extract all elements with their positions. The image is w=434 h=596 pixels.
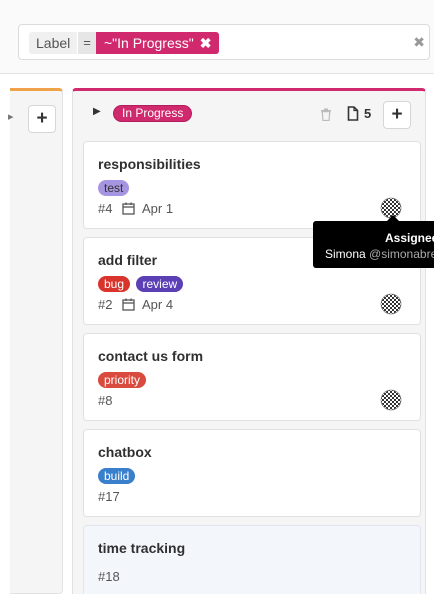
clear-search-icon[interactable]: ✖ — [413, 34, 425, 51]
board: ▸ + ▶ In Progress 5 + responsibilities t… — [0, 86, 434, 596]
label-badge[interactable]: priority — [98, 372, 147, 388]
issue-title[interactable]: chatbox — [98, 444, 152, 460]
assignee-avatar[interactable] — [380, 293, 402, 315]
issue-number: #18 — [98, 569, 120, 584]
filter-token-value-text: ~"In Progress" — [104, 35, 194, 51]
issue-title[interactable]: responsibilities — [98, 156, 201, 172]
label-badge[interactable]: bug — [98, 276, 131, 292]
list-label-badge: In Progress — [113, 105, 193, 122]
board-list-previous: ▸ + — [8, 88, 63, 594]
tooltip-assignee: Simona @simonabreje — [325, 247, 434, 261]
due-date: Apr 4 — [142, 297, 174, 312]
assignee-handle: @simonabreje — [369, 247, 434, 261]
issue-title[interactable]: time tracking — [98, 540, 185, 556]
filter-token-value[interactable]: ~"In Progress" ✖ — [96, 32, 220, 54]
chevron-right-icon[interactable]: ▸ — [8, 110, 14, 123]
assignee-tooltip: Assignee Simona @simonabreje — [313, 215, 434, 268]
label-list: test — [98, 179, 131, 197]
label-list: build — [98, 467, 137, 485]
assignee-avatar[interactable] — [380, 389, 402, 411]
issue-card[interactable]: contact us form priority #8 — [83, 333, 421, 421]
issue-card[interactable]: time tracking #18 — [83, 525, 421, 594]
issue-title[interactable]: contact us form — [98, 348, 203, 364]
issue-number: #17 — [98, 489, 120, 504]
due-date: Apr 1 — [142, 201, 174, 216]
label-list: priority — [98, 371, 148, 389]
issue-meta: #2 Apr 4 — [98, 297, 173, 312]
issue-title[interactable]: add filter — [98, 252, 157, 268]
issue-number: #2 — [98, 297, 113, 312]
label-badge[interactable]: build — [98, 468, 136, 484]
issue-card[interactable]: chatbox build #17 — [83, 429, 421, 517]
new-issue-button[interactable]: + — [28, 105, 56, 133]
calendar-icon — [122, 202, 135, 215]
list-header: ▶ In Progress 5 + — [73, 91, 425, 135]
remove-token-icon[interactable]: ✖ — [200, 35, 212, 51]
issue-card[interactable]: responsibilities test #4 Apr 1 — [83, 141, 421, 229]
label-badge[interactable]: test — [98, 180, 130, 196]
calendar-icon — [122, 298, 135, 311]
board-list-in-progress: ▶ In Progress 5 + responsibilities test … — [72, 88, 426, 594]
tooltip-arrow — [387, 215, 399, 221]
assignee-name: Simona — [325, 247, 366, 261]
new-issue-button[interactable]: + — [383, 101, 411, 129]
label-badge[interactable]: review — [136, 276, 184, 292]
filter-token-label[interactable]: Label — [29, 32, 78, 54]
trash-icon[interactable] — [320, 108, 332, 121]
issue-number: #4 — [98, 201, 113, 216]
tooltip-title: Assignee — [385, 231, 434, 245]
issue-number: #8 — [98, 393, 113, 408]
collapse-caret-icon[interactable]: ▶ — [93, 106, 101, 117]
issue-meta: #4 Apr 1 — [98, 201, 173, 216]
filter-bar: Label = ~"In Progress" ✖ ✖ — [0, 0, 434, 74]
label-list: bug review — [98, 275, 185, 293]
filtered-search-input[interactable]: Label = ~"In Progress" ✖ ✖ — [18, 24, 430, 60]
issue-count: 5 — [364, 106, 372, 121]
filter-token-operator[interactable]: = — [78, 32, 96, 54]
issues-icon — [347, 106, 359, 121]
